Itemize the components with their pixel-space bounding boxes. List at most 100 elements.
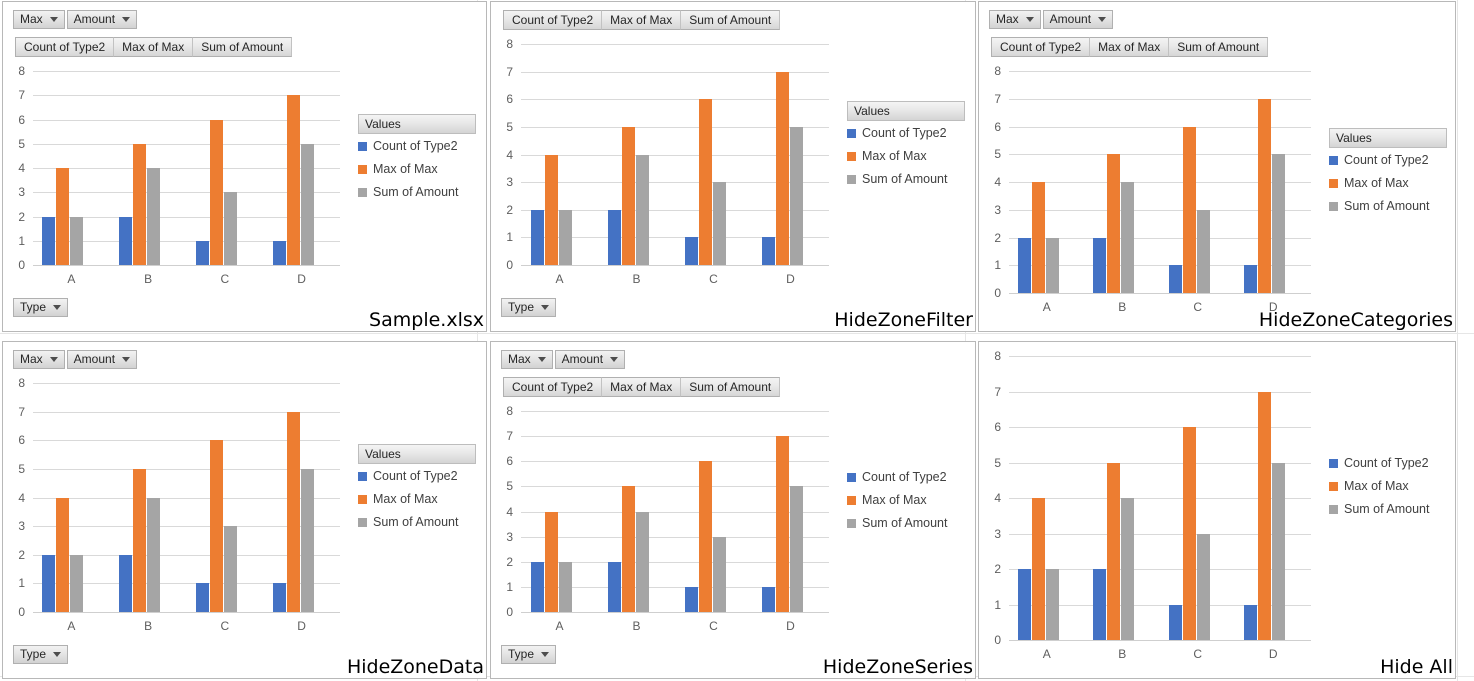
legend-item: Sum of Amount (1329, 199, 1447, 213)
x-axis-tick-label: D (786, 272, 795, 286)
bar-group-B (110, 383, 187, 612)
bar-group-D (1236, 71, 1312, 293)
bar-C-max-of-max (1182, 126, 1196, 293)
bar-group-D (752, 411, 829, 612)
bar-A-sum-of-amount (558, 209, 572, 265)
y-axis-tick-label: 8 (18, 376, 25, 390)
bar-cluster (195, 383, 237, 612)
bar-A-sum-of-amount (70, 216, 84, 265)
bar-cluster (272, 71, 314, 265)
y-axis-tick-label: 3 (18, 185, 25, 199)
legend-item-label: Count of Type2 (1344, 153, 1429, 167)
legend-item: Max of Max (358, 492, 476, 506)
bar-group-A (521, 44, 598, 265)
legend-item-label: Count of Type2 (373, 469, 458, 483)
bar-C-count-of-type2 (684, 586, 698, 612)
chart-legend: Values Count of Type2 Max of Max Sum of Amo… (1329, 128, 1447, 222)
bar-D-count-of-type2 (1244, 604, 1258, 640)
bar-D-max-of-max (1258, 391, 1272, 640)
bar-D-count-of-type2 (761, 586, 775, 612)
y-axis-tick-label: 7 (994, 92, 1001, 106)
bar-C-count-of-type2 (195, 240, 209, 265)
x-axis-labels: A B C D (521, 619, 829, 633)
bar-B-sum-of-amount (635, 511, 649, 612)
axis-button-type-label: Type (20, 300, 47, 314)
bar-cluster (42, 71, 84, 265)
bar-C-sum-of-amount (223, 526, 237, 612)
axis-button-type[interactable]: Type (13, 645, 69, 664)
bar-group-D (263, 383, 340, 612)
y-axis-tick-label: 0 (18, 605, 25, 619)
x-axis-tick-label: C (220, 272, 230, 286)
bar-D-max-of-max (775, 436, 789, 612)
y-axis-tick-label: 8 (506, 37, 513, 51)
bar-C-max-of-max (698, 461, 712, 612)
y-axis-tick-label: 0 (506, 258, 513, 272)
bar-B-max-of-max (621, 126, 635, 265)
bar-C-sum-of-amount (1196, 533, 1210, 640)
legend-item-label: Sum of Amount (862, 172, 948, 186)
bar-D-count-of-type2 (761, 237, 775, 265)
x-axis-tick-label: A (67, 272, 76, 286)
legend-item: Sum of Amount (1329, 502, 1429, 516)
bar-series-area (1009, 356, 1311, 640)
y-axis-tick-label: 8 (506, 404, 513, 418)
y-axis-tick-label: 3 (506, 175, 513, 189)
chart-legend: Values Count of Type2 Max of Max Sum of Amo… (358, 444, 476, 538)
bar-B-max-of-max (1107, 154, 1121, 293)
bar-D-max-of-max (286, 411, 300, 612)
y-axis-tick-label: 6 (506, 92, 513, 106)
y-axis-tick-label: 7 (506, 429, 513, 443)
axis-button-type[interactable]: Type (13, 298, 69, 317)
bar-chart: 8 7 6 5 4 3 2 1 0 A B C D Count of Type2 Max of Max Sum… (979, 342, 1455, 678)
axis-button-type[interactable]: Type (501, 298, 557, 317)
legend-item-label: Sum of Amount (373, 185, 459, 199)
y-axis-tick-label: 7 (18, 405, 25, 419)
x-axis-tick-label: C (1193, 300, 1203, 314)
bar-C-max-of-max (698, 99, 712, 265)
bar-cluster (761, 411, 803, 612)
y-axis-tick-label: 8 (994, 349, 1001, 363)
axis-button-row: Type (13, 298, 70, 317)
legend-swatch (358, 141, 367, 151)
y-axis-tick-label: 4 (994, 175, 1001, 189)
bar-cluster (1093, 356, 1135, 640)
bar-B-count-of-type2 (1093, 237, 1107, 293)
bar-A-max-of-max (56, 168, 70, 265)
legend-item: Sum of Amount (847, 516, 947, 530)
bar-A-max-of-max (1031, 182, 1045, 293)
y-axis-tick-label: 4 (506, 505, 513, 519)
legend-swatch (1329, 458, 1338, 468)
bar-B-sum-of-amount (147, 168, 161, 265)
legend-item-label: Sum of Amount (373, 515, 459, 529)
y-axis-tick-label: 0 (994, 286, 1001, 300)
bar-group-D (1236, 356, 1312, 640)
legend-swatch (358, 187, 367, 197)
bar-D-max-of-max (286, 95, 300, 265)
y-axis-tick-label: 1 (506, 580, 513, 594)
bar-C-max-of-max (1182, 427, 1196, 640)
bar-cluster (1168, 356, 1210, 640)
legend-item-label: Max of Max (373, 492, 438, 506)
bar-D-sum-of-amount (789, 486, 803, 612)
legend-item: Max of Max (1329, 479, 1429, 493)
y-axis-labels: 8 7 6 5 4 3 2 1 0 (3, 64, 25, 272)
y-axis-tick-label: 1 (506, 230, 513, 244)
y-axis-tick-label: 6 (506, 454, 513, 468)
x-axis-labels: A B C D (33, 272, 340, 286)
bar-cluster (272, 383, 314, 612)
legend-swatch (358, 471, 367, 481)
legend-swatch (847, 174, 856, 184)
y-axis-tick-label: 7 (506, 65, 513, 79)
legend-item: Count of Type2 (1329, 456, 1429, 470)
y-axis-tick-label: 3 (18, 519, 25, 533)
bar-B-max-of-max (133, 143, 147, 265)
y-axis-tick-label: 6 (18, 113, 25, 127)
y-axis-tick-label: 1 (994, 598, 1001, 612)
bar-B-sum-of-amount (635, 154, 649, 265)
axis-button-type[interactable]: Type (501, 645, 557, 664)
y-axis-tick-label: 8 (18, 64, 25, 78)
x-axis-tick-label: B (144, 619, 153, 633)
x-axis-tick-label: D (786, 619, 795, 633)
chevron-down-icon (53, 305, 62, 310)
